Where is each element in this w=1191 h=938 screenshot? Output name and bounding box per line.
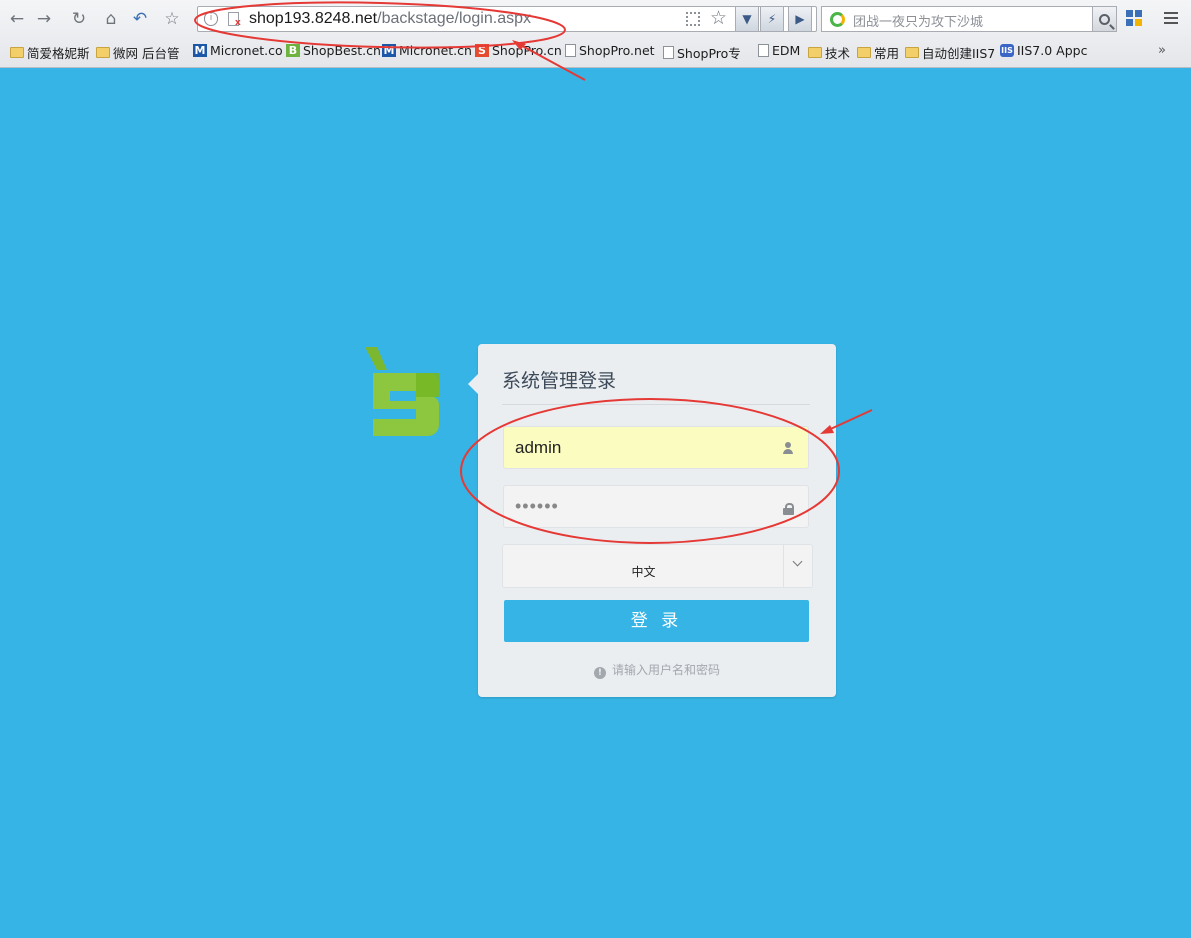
search-button[interactable]	[1092, 7, 1116, 31]
m-logo-icon: M	[382, 44, 396, 57]
bookmark-label: ShopBest.cn	[303, 43, 381, 58]
bookmark-label: ShopPro专	[677, 46, 741, 61]
security-shield-icon[interactable]: i	[204, 12, 218, 26]
navigation-bar: ← → ↻ ⌂ ↶ ☆ i shop193.8248.net/backstage…	[0, 0, 1191, 38]
bookmark-label: 技术	[825, 46, 851, 61]
bookmark-item[interactable]: 简爱格妮斯	[10, 43, 90, 62]
bookmark-item[interactable]: 自动创建IIS7	[905, 43, 995, 62]
bookmark-item[interactable]: S ShopPro.cn	[475, 43, 562, 58]
page-icon	[565, 44, 576, 57]
search-placeholder[interactable]: 团战一夜只为攻下沙城	[853, 11, 983, 30]
page-error-icon	[228, 12, 241, 28]
bookmark-item[interactable]: B ShopBest.cn	[286, 43, 381, 58]
password-input[interactable]	[504, 486, 808, 527]
forward-arrow-icon[interactable]: →	[33, 8, 55, 30]
folder-icon	[10, 47, 24, 58]
lock-icon	[783, 503, 794, 515]
bookmark-label: 常用	[874, 46, 900, 61]
go-icon[interactable]: ▶	[788, 6, 812, 32]
undo-icon[interactable]: ↶	[129, 8, 151, 30]
bookmark-label: IIS7.0 Appc	[1017, 43, 1088, 58]
bookmark-label: EDM	[772, 43, 801, 58]
bookmark-label: 简爱格妮斯	[27, 46, 90, 61]
bookmarks-bar: 简爱格妮斯 微网 后台管 M Micronet.co B ShopBest.cn M…	[0, 40, 1191, 64]
back-arrow-icon[interactable]: ←	[6, 8, 28, 30]
url-text[interactable]: shop193.8248.net/backstage/login.aspx	[249, 10, 531, 28]
search-engine-logo-icon	[830, 12, 845, 27]
hamburger-menu-icon[interactable]	[1164, 12, 1178, 24]
m-logo-icon: M	[193, 44, 207, 57]
reload-icon[interactable]: ↻	[68, 8, 90, 30]
url-host: shop193.8248.net	[249, 10, 378, 27]
logo-leaf	[365, 347, 387, 370]
bookmark-label: 微网 后台管	[113, 46, 180, 61]
speed-mode-icon[interactable]: ⚡	[760, 6, 784, 32]
qr-code-icon[interactable]	[686, 12, 700, 26]
folder-icon	[857, 47, 871, 58]
login-panel: 系统管理登录 中文 登 录 ! 请输入用户名和密码	[468, 344, 836, 697]
site-logo	[365, 347, 439, 436]
chevron-down-icon[interactable]	[783, 545, 812, 587]
bookmark-item[interactable]: IIS IIS7.0 Appc	[1000, 43, 1087, 58]
address-bar[interactable]: i shop193.8248.net/backstage/login.aspx …	[197, 6, 817, 32]
username-input[interactable]	[504, 427, 808, 468]
browser-chrome: ← → ↻ ⌂ ↶ ☆ i shop193.8248.net/backstage…	[0, 0, 1191, 68]
bookmark-item[interactable]: 微网 后台管	[96, 43, 179, 62]
hint-text: 请输入用户名和密码	[611, 663, 720, 677]
logo-shade	[416, 373, 439, 397]
b-logo-icon: B	[286, 44, 300, 57]
password-field[interactable]	[503, 485, 809, 528]
bookmark-star-icon[interactable]: ☆	[710, 7, 727, 29]
iis-icon: IIS	[1000, 44, 1014, 57]
search-box[interactable]: 团战一夜只为攻下沙城	[821, 6, 1117, 32]
user-icon	[782, 442, 794, 454]
home-icon[interactable]: ⌂	[100, 8, 122, 30]
username-field[interactable]	[503, 426, 809, 469]
search-icon	[1099, 13, 1110, 25]
url-path: /backstage/login.aspx	[377, 10, 531, 27]
bookmark-item[interactable]: M Micronet.co	[193, 43, 283, 58]
language-select[interactable]: 中文	[502, 544, 813, 588]
divider	[502, 404, 810, 405]
favorite-star-icon[interactable]: ☆	[161, 8, 183, 30]
bookmarks-overflow-button[interactable]: »	[1158, 43, 1166, 58]
bookmark-item[interactable]: 常用	[857, 43, 899, 62]
address-dropdown-icon[interactable]: ▼	[735, 6, 759, 32]
bookmark-item[interactable]: ShopPro.net	[565, 43, 655, 58]
bookmark-label: Micronet.co	[210, 43, 283, 58]
folder-icon	[96, 47, 110, 58]
bookmark-item[interactable]: ShopPro专	[663, 43, 741, 62]
folder-icon	[808, 47, 822, 58]
login-button[interactable]: 登 录	[504, 600, 809, 642]
login-hint: ! 请输入用户名和密码	[478, 661, 836, 679]
bookmark-label: ShopPro.cn	[492, 43, 562, 58]
info-icon: !	[593, 667, 606, 679]
bookmark-label: 自动创建IIS7	[922, 46, 996, 61]
bookmark-label: Micronet.cn	[399, 43, 472, 58]
logo-gap	[390, 391, 416, 401]
bookmark-item[interactable]: M Micronet.cn	[382, 43, 472, 58]
page-icon	[663, 46, 674, 59]
folder-icon	[905, 47, 919, 58]
extensions-icon[interactable]	[1126, 10, 1144, 28]
s-logo-icon: S	[475, 44, 489, 57]
bookmark-label: ShopPro.net	[579, 43, 655, 58]
login-title: 系统管理登录	[502, 370, 617, 392]
bookmark-item[interactable]: 技术	[808, 43, 850, 62]
language-value: 中文	[631, 565, 656, 579]
page-icon	[758, 44, 769, 57]
bookmark-item[interactable]: EDM	[758, 43, 800, 58]
